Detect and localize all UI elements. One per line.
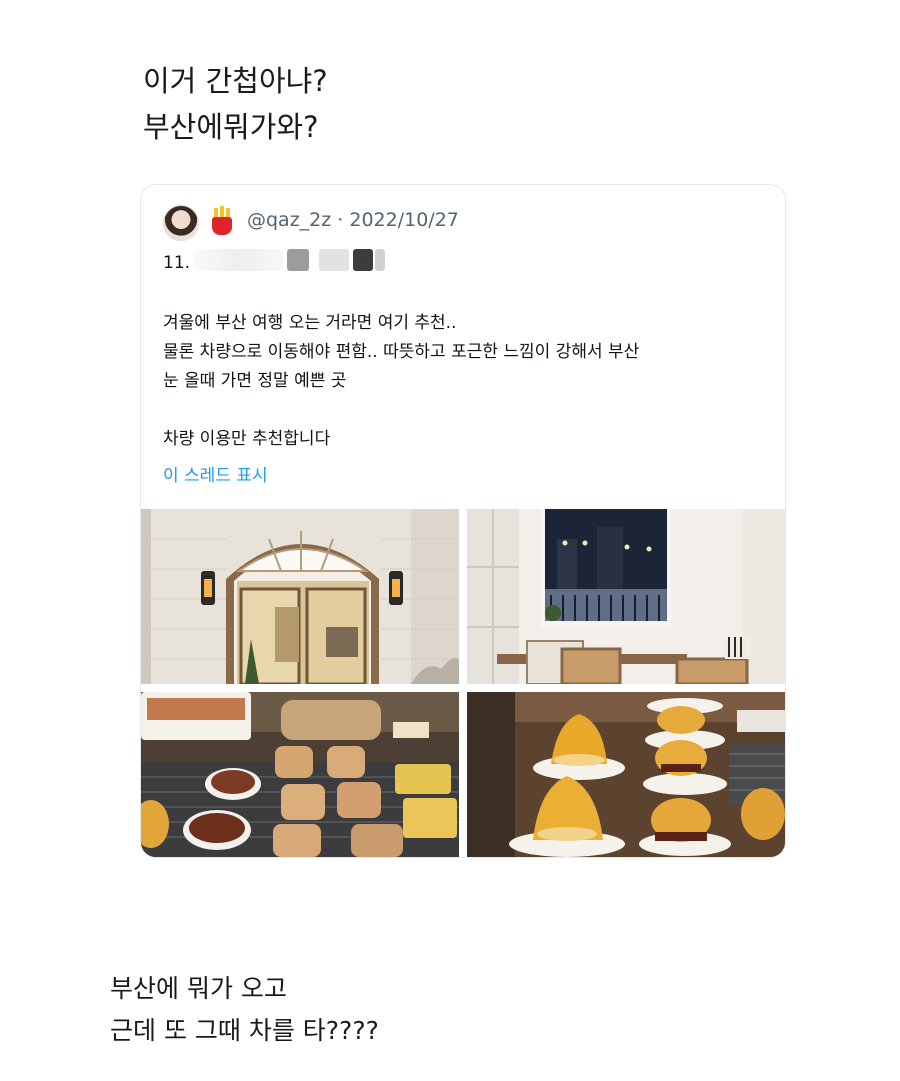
tweet-card[interactable]: @qaz_2z · 2022/10/27 11. 겨울에 부산 여행 오는 거라… <box>140 184 786 858</box>
bottom-caption-line-1: 부산에 뭐가 오고 <box>110 974 287 1003</box>
tweet-line <box>163 396 763 425</box>
blurred-text <box>319 249 349 271</box>
tweet-line: 차량 이용만 추천합니다 <box>163 429 331 449</box>
avatar[interactable] <box>163 205 199 241</box>
tweet-line: 겨울에 부산 여행 오는 거라면 여기 추천.. <box>163 313 457 333</box>
top-caption: 이거 간첩아냐? 부산에뭐가와? <box>143 58 328 150</box>
photo-grid <box>141 509 785 857</box>
bottom-caption-line-2: 근데 또 그때 차를 타???? <box>110 1016 379 1045</box>
pastry-display-photo[interactable] <box>141 692 459 857</box>
show-thread-link[interactable]: 이 스레드 표시 <box>163 461 268 486</box>
tweet-line: 물론 차량으로 이동해야 편함.. 따뜻하고 포근한 느낌이 강해서 부산 <box>163 342 640 362</box>
fries-icon <box>207 205 237 237</box>
tweet-handle-date[interactable]: @qaz_2z · 2022/10/27 <box>247 209 459 231</box>
cafe-interior-window-photo[interactable] <box>467 509 785 684</box>
blurred-text <box>193 249 283 271</box>
tweet-line: 눈 올때 가면 정말 예쁜 곳 <box>163 371 347 391</box>
blurred-text <box>353 249 373 271</box>
top-caption-line-1: 이거 간첩아냐? <box>143 64 328 98</box>
pastry-stack-photo[interactable] <box>467 692 785 857</box>
top-caption-line-2: 부산에뭐가와? <box>143 110 319 144</box>
tweet-number: 11. <box>163 253 191 273</box>
cafe-entrance-photo[interactable] <box>141 509 459 684</box>
bottom-caption: 부산에 뭐가 오고 근데 또 그때 차를 타???? <box>110 968 379 1052</box>
blurred-text <box>375 249 385 271</box>
tweet-body: 겨울에 부산 여행 오는 거라면 여기 추천.. 물론 차량으로 이동해야 편함… <box>163 309 763 454</box>
blurred-text <box>287 249 309 271</box>
